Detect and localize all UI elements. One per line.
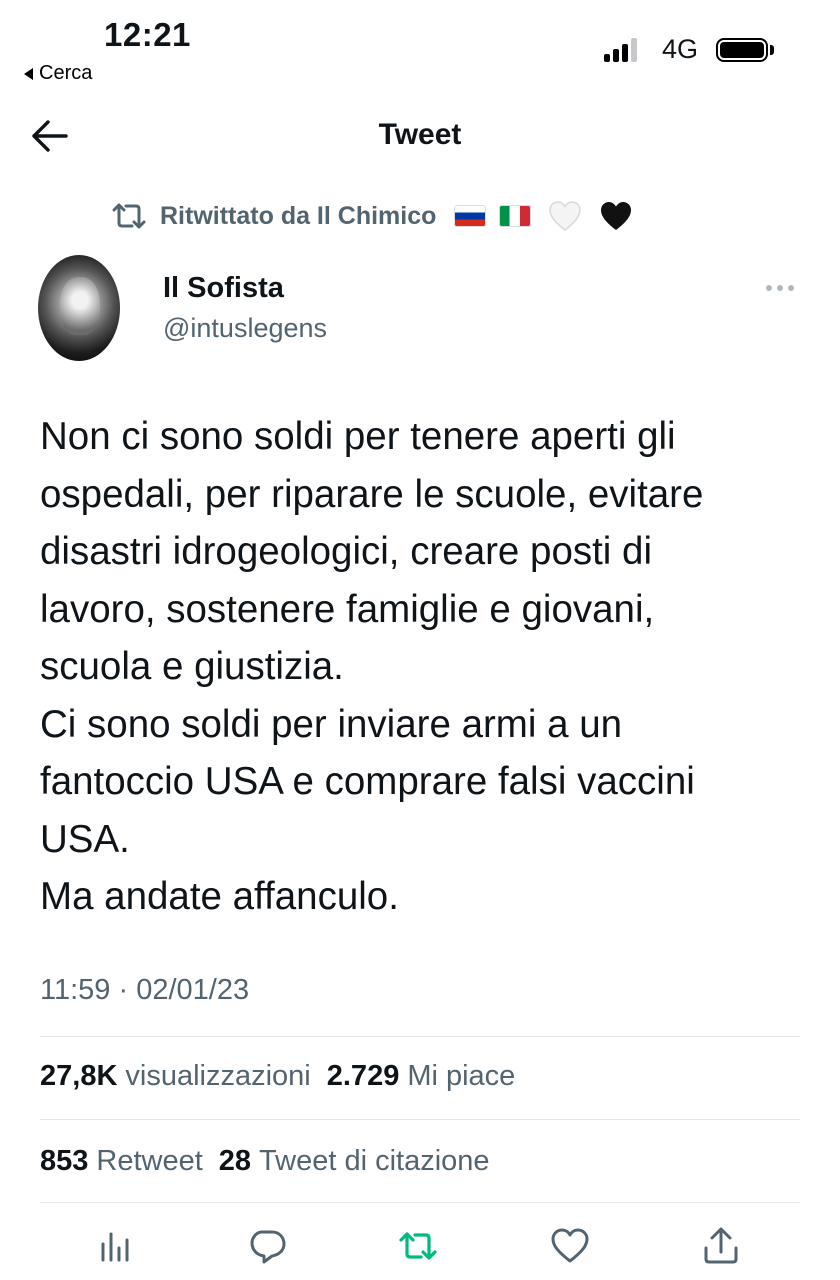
quotes-count[interactable]: 28 (219, 1145, 251, 1178)
retweet-action-icon (399, 1232, 437, 1260)
views-label[interactable]: visualizzazioni (125, 1060, 310, 1093)
tweet-line: fantoccio USA e comprare falsi vaccini (40, 760, 695, 803)
views-count[interactable]: 27,8K (40, 1060, 117, 1093)
arrow-left-icon (32, 120, 68, 152)
analytics-button[interactable] (97, 1226, 137, 1266)
tweet-line: Ci sono soldi per inviare armi a un (40, 702, 623, 746)
tweet-line: disastri idrogeologici, creare posti di (40, 530, 653, 573)
tweet-line: Ma andate affanculo. (40, 875, 399, 918)
tweet-line: Non ci sono soldi per tenere aperti gli (40, 415, 676, 458)
retweet-icon (112, 203, 146, 229)
divider (40, 1036, 800, 1037)
share-button[interactable] (701, 1226, 741, 1266)
author-name[interactable]: Il Sofista (163, 272, 284, 305)
retweeted-by[interactable]: Ritwittato da Il Chimico (110, 200, 633, 232)
tweet-line: ospedali, per riparare le scuole, evitar… (40, 472, 704, 516)
italy-flag-icon (499, 205, 532, 227)
retweets-count[interactable]: 853 (40, 1145, 88, 1178)
stats-row-retweets-quotes: 853 Retweet 28 Tweet di citazione (40, 1145, 506, 1178)
analytics-icon (101, 1232, 129, 1262)
reply-button[interactable] (248, 1226, 288, 1266)
tweet-timestamp[interactable]: 11:59 · 02/01/23 (40, 974, 249, 1007)
back-triangle-icon (24, 67, 33, 80)
black-heart-icon (601, 202, 632, 230)
russia-flag-icon (454, 205, 487, 227)
white-heart-icon (549, 201, 582, 231)
likes-label[interactable]: Mi piace (407, 1060, 515, 1093)
avatar[interactable] (38, 255, 120, 361)
signal-strength-icon (604, 36, 637, 62)
divider (40, 1202, 800, 1203)
like-button[interactable] (550, 1226, 590, 1266)
retweets-label[interactable]: Retweet (96, 1145, 202, 1178)
share-icon (704, 1227, 738, 1264)
retweet-button[interactable] (398, 1226, 438, 1266)
divider (40, 1119, 800, 1120)
tweet-line: scuola e giustizia. (40, 645, 344, 688)
reply-icon (250, 1230, 286, 1264)
battery-tip (770, 45, 774, 55)
stats-row-views-likes: 27,8K visualizzazioni 2.729 Mi piace (40, 1060, 531, 1093)
back-app-label: Cerca (39, 62, 93, 84)
likes-count[interactable]: 2.729 (327, 1060, 400, 1093)
back-button[interactable] (30, 118, 68, 154)
tweet-line: lavoro, sostenere famiglie e giovani, (40, 587, 655, 631)
network-type: 4G (662, 34, 699, 64)
tweet-text: Non ci sono soldi per tenere aperti gli … (40, 408, 820, 926)
back-to-app-link[interactable]: Cerca (24, 62, 92, 85)
quotes-label[interactable]: Tweet di citazione (259, 1145, 490, 1178)
like-icon (551, 1228, 589, 1263)
page-title: Tweet (378, 118, 462, 151)
battery-icon (716, 38, 768, 62)
retweeted-by-label: Ritwittato da Il Chimico (160, 201, 437, 230)
author-handle[interactable]: @intuslegens (163, 313, 327, 344)
status-time: 12:21 (104, 16, 191, 53)
tweet-line: USA. (40, 817, 130, 861)
more-icon[interactable] (766, 280, 800, 296)
